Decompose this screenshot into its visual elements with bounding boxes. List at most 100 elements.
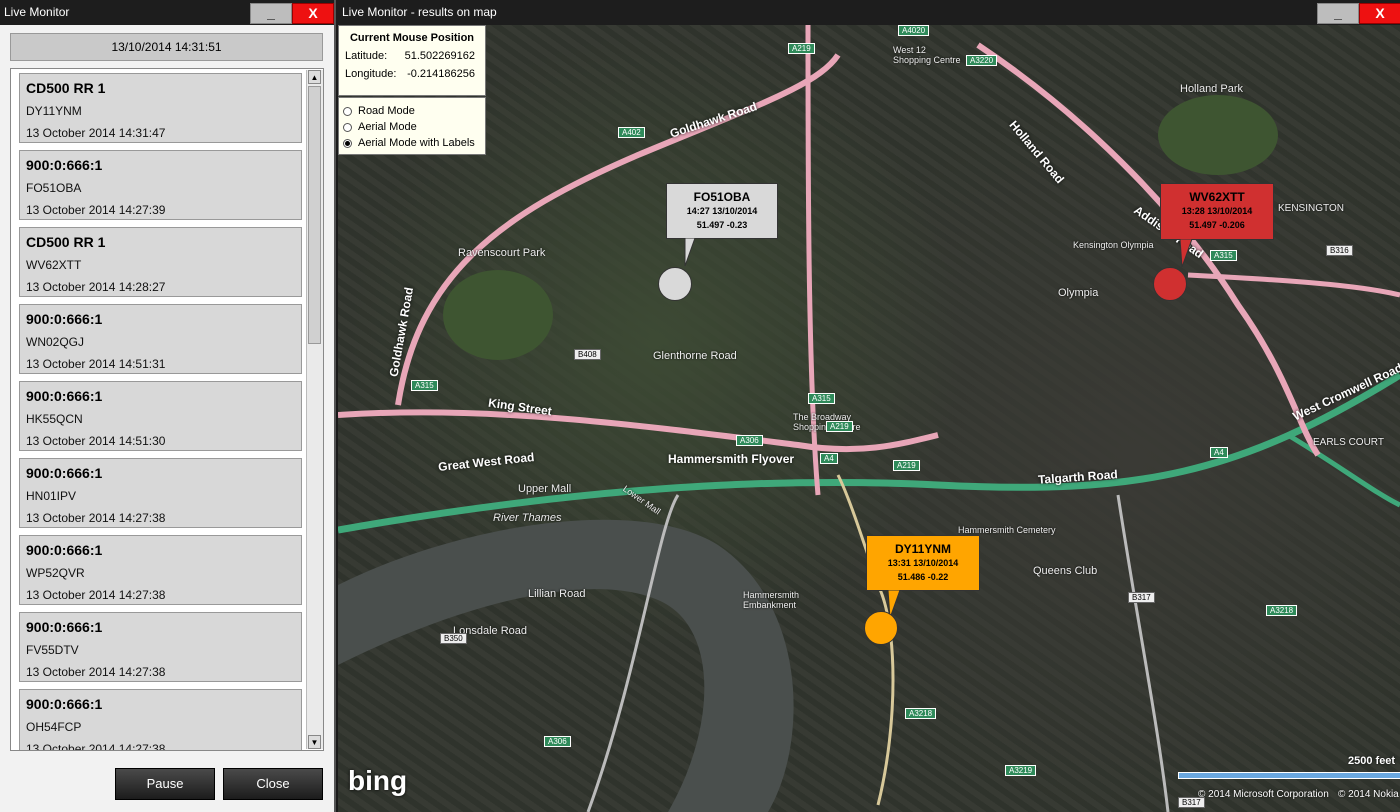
map-titlebar: Live Monitor - results on map _ X	[336, 0, 1400, 25]
item-time: 13 October 2014 14:51:31	[26, 357, 166, 371]
left-titlebar: Live Monitor _ X	[0, 0, 334, 25]
vehicle-location-marker[interactable]	[864, 611, 898, 645]
callout-plate: FO51OBA	[693, 190, 751, 204]
item-time: 13 October 2014 14:27:38	[26, 588, 166, 602]
left-window-title: Live Monitor	[4, 5, 70, 19]
item-plate: WV62XTT	[26, 258, 82, 272]
map-label: Lillian Road	[528, 588, 586, 600]
item-title: 900:0:666:1	[26, 542, 103, 558]
holland-park-area	[1158, 95, 1278, 175]
aerial-mode-option[interactable]: Aerial Mode	[339, 119, 485, 135]
item-plate: HN01IPV	[26, 489, 77, 503]
scroll-up-icon[interactable]: ▲	[308, 70, 321, 84]
road-shield: A315	[1210, 250, 1237, 261]
vehicle-location-marker[interactable]	[658, 267, 692, 301]
list-item[interactable]: 900:0:666:1 FO51OBA 13 October 2014 14:2…	[19, 150, 302, 220]
map-minimize-button[interactable]: _	[1317, 3, 1359, 24]
callout-plate: DY11YNM	[894, 542, 952, 556]
map-label: Hammersmith Cemetery	[958, 525, 1056, 535]
road-shield: A4	[820, 453, 838, 464]
radio-icon[interactable]	[343, 122, 352, 132]
item-title: 900:0:666:1	[26, 157, 103, 173]
item-plate: FV55DTV	[26, 643, 79, 657]
scroll-down-icon[interactable]: ▼	[308, 735, 321, 749]
latitude-value: 51.502269162	[404, 50, 475, 62]
list-scrollbar[interactable]: ▲ ▼	[306, 70, 323, 749]
copyright-text-nokia: © 2014 Nokia	[1338, 789, 1399, 800]
map-roads	[338, 25, 1400, 812]
item-time: 13 October 2014 14:27:38	[26, 665, 166, 679]
road-shield: A315	[808, 393, 835, 404]
road-shield: B350	[440, 633, 467, 644]
road-shield: A219	[788, 43, 815, 54]
item-time: 13 October 2014 14:27:38	[26, 742, 166, 751]
list-item[interactable]: 900:0:666:1 HK55QCN 13 October 2014 14:5…	[19, 381, 302, 451]
map-window-title: Live Monitor - results on map	[342, 5, 497, 19]
close-button[interactable]: Close	[223, 768, 323, 800]
item-title: 900:0:666:1	[26, 311, 103, 327]
latitude-label: Latitude:	[345, 50, 388, 62]
map-label: Ravenscourt Park	[458, 247, 546, 259]
list-item[interactable]: 900:0:666:1 WN02QGJ 13 October 2014 14:5…	[19, 304, 302, 374]
road-mode-option[interactable]: Road Mode	[339, 103, 485, 119]
map-marker-callout[interactable]: WV62XTT 13:28 13/10/2014 51.497 -0.206	[1160, 183, 1274, 240]
results-list-items: CD500 RR 1 DY11YNM 13 October 2014 14:31…	[19, 73, 302, 751]
ravenscourt-park-area	[443, 270, 553, 360]
mouse-position-panel: Current Mouse Position Latitude: 51.5022…	[338, 25, 486, 96]
road-shield: A306	[544, 736, 571, 747]
vehicle-location-marker[interactable]	[1153, 267, 1187, 301]
aerial-mode-label: Aerial Mode	[358, 121, 417, 133]
longitude-label: Longitude:	[345, 68, 397, 80]
aerial-labels-mode-option[interactable]: Aerial Mode with Labels	[339, 135, 485, 151]
copyright-text: © 2014 Microsoft Corporation	[1198, 789, 1329, 800]
results-list[interactable]: CD500 RR 1 DY11YNM 13 October 2014 14:31…	[10, 68, 324, 751]
item-time: 13 October 2014 14:51:30	[26, 434, 166, 448]
item-title: 900:0:666:1	[26, 388, 103, 404]
radio-selected-icon[interactable]	[343, 138, 352, 148]
item-plate: WP52QVR	[26, 566, 85, 580]
item-plate: OH54FCP	[26, 720, 82, 734]
road-shield: A315	[411, 380, 438, 391]
pause-button[interactable]: Pause	[115, 768, 215, 800]
road-shield: A3218	[905, 708, 937, 719]
map-label: Glenthorne Road	[653, 350, 737, 362]
item-title: CD500 RR 1	[26, 234, 106, 250]
item-time: 13 October 2014 14:28:27	[26, 280, 166, 294]
scale-bar	[1178, 772, 1400, 779]
callout-latlon: 51.497 -0.23	[696, 220, 748, 230]
radio-icon[interactable]	[343, 106, 352, 116]
road-shield: A4020	[898, 25, 930, 36]
callout-datetime: 13:31 13/10/2014	[887, 558, 959, 568]
aerial-map[interactable]: Goldhawk Road Goldhawk Road Holland Road…	[338, 25, 1400, 812]
item-plate: WN02QGJ	[26, 335, 85, 349]
list-item[interactable]: CD500 RR 1 DY11YNM 13 October 2014 14:31…	[19, 73, 302, 143]
callout-datetime: 14:27 13/10/2014	[686, 206, 758, 216]
close-window-button[interactable]: X	[292, 3, 334, 24]
map-marker-callout[interactable]: DY11YNM 13:31 13/10/2014 51.486 -0.22	[866, 535, 980, 591]
map-label: Hammersmith Flyover	[668, 452, 795, 466]
callout-latlon: 51.486 -0.22	[897, 572, 949, 582]
callout-plate: WV62XTT	[1189, 190, 1245, 204]
list-item[interactable]: CD500 RR 1 WV62XTT 13 October 2014 14:28…	[19, 227, 302, 297]
callout-pointer	[1179, 239, 1193, 268]
item-time: 13 October 2014 14:27:39	[26, 203, 166, 217]
map-label: River Thames	[493, 512, 562, 524]
list-item[interactable]: 900:0:666:1 HN01IPV 13 October 2014 14:2…	[19, 458, 302, 528]
road-mode-label: Road Mode	[358, 105, 415, 117]
road-shield: A306	[736, 435, 763, 446]
minimize-button[interactable]: _	[250, 3, 292, 24]
list-item[interactable]: 900:0:666:1 FV55DTV 13 October 2014 14:2…	[19, 612, 302, 682]
map-marker-callout[interactable]: FO51OBA 14:27 13/10/2014 51.497 -0.23	[666, 183, 778, 239]
map-close-window-button[interactable]: X	[1359, 3, 1400, 24]
item-title: 900:0:666:1	[26, 465, 103, 481]
road-shield: A219	[893, 460, 920, 471]
map-label: West 12 Shopping Centre	[893, 45, 961, 65]
list-item[interactable]: 900:0:666:1 WP52QVR 13 October 2014 14:2…	[19, 535, 302, 605]
map-mode-selector: Road Mode Aerial Mode Aerial Mode with L…	[338, 97, 486, 155]
road-shield: A402	[618, 127, 645, 138]
list-item[interactable]: 900:0:666:1 OH54FCP 13 October 2014 14:2…	[19, 689, 302, 751]
item-plate: DY11YNM	[26, 104, 82, 118]
scrollbar-thumb[interactable]	[308, 86, 321, 344]
item-title: CD500 RR 1	[26, 80, 106, 96]
road-shield: A3218	[1266, 605, 1298, 616]
